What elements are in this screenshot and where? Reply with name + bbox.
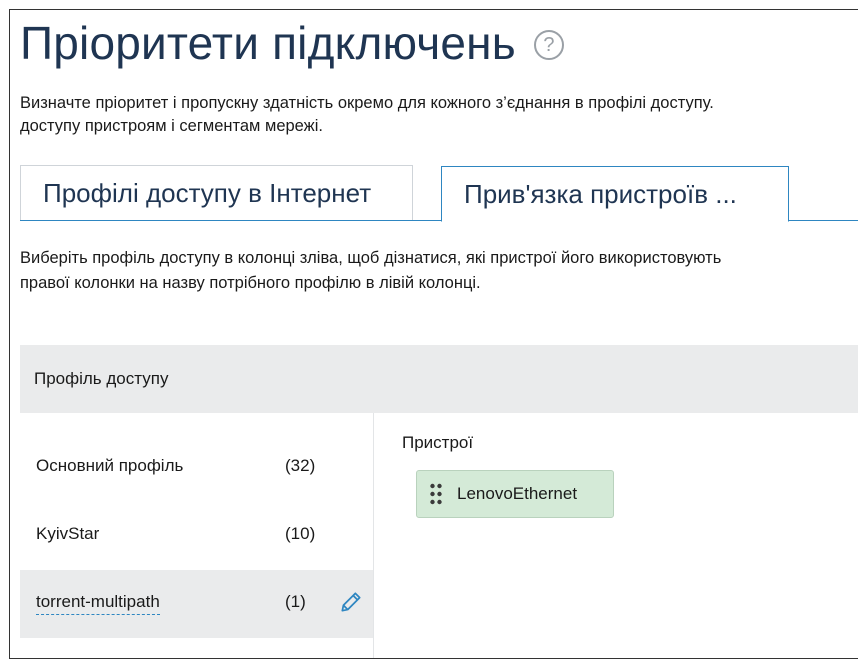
column-header-profile: Профіль доступу bbox=[34, 369, 169, 388]
pencil-icon[interactable] bbox=[338, 589, 364, 615]
profile-row-kyivstar[interactable]: KyivStar (10) bbox=[20, 502, 373, 570]
drag-handle-icon[interactable] bbox=[429, 483, 443, 505]
page-description: Визначте пріоритет і пропускну здатність… bbox=[20, 92, 858, 138]
profile-count: (10) bbox=[285, 524, 316, 543]
instructions-line-2: правої колонки на назву потрібного профі… bbox=[20, 274, 481, 292]
profile-name: KyivStar bbox=[36, 524, 100, 543]
tab-device-binding[interactable]: Прив'язка пристроїв ... bbox=[441, 166, 789, 222]
devices-panel: Пристрої LenovoEthernet bbox=[374, 413, 858, 658]
device-chip[interactable]: LenovoEthernet bbox=[416, 470, 614, 518]
instructions: Виберіть профіль доступу в колонці зліва… bbox=[20, 246, 858, 296]
profile-count: (32) bbox=[285, 456, 316, 475]
tab-internet-profiles[interactable]: Профілі доступу в Інтернет bbox=[20, 165, 413, 220]
devices-label: Пристрої bbox=[402, 433, 474, 452]
profile-list: Основний профіль (32) KyivStar (10) torr… bbox=[20, 413, 374, 658]
profile-count: (1) bbox=[285, 592, 306, 611]
tab-bar: Профілі доступу в Інтернет Прив'язка при… bbox=[20, 165, 858, 222]
profile-name[interactable]: torrent-multipath bbox=[36, 592, 160, 615]
device-name: LenovoEthernet bbox=[457, 484, 578, 503]
description-line-2: доступу пристроям і сегментам мережі. bbox=[20, 117, 323, 135]
description-line-1: Визначте пріоритет і пропускну здатність… bbox=[20, 94, 714, 112]
profile-row-torrent-multipath[interactable]: torrent-multipath (1) bbox=[20, 570, 373, 638]
page-title: Пріоритети підключень bbox=[20, 17, 516, 69]
question-circle-icon[interactable]: ? bbox=[533, 30, 564, 60]
title-row: Пріоритети підключень ? bbox=[20, 16, 564, 70]
instructions-line-1: Виберіть профіль доступу в колонці зліва… bbox=[20, 249, 722, 267]
app-frame: Пріоритети підключень ? Визначте пріорит… bbox=[9, 9, 858, 659]
table-header: Профіль доступу bbox=[20, 345, 858, 413]
profile-row-main[interactable]: Основний профіль (32) bbox=[20, 434, 373, 502]
profile-name: Основний профіль bbox=[36, 456, 184, 475]
